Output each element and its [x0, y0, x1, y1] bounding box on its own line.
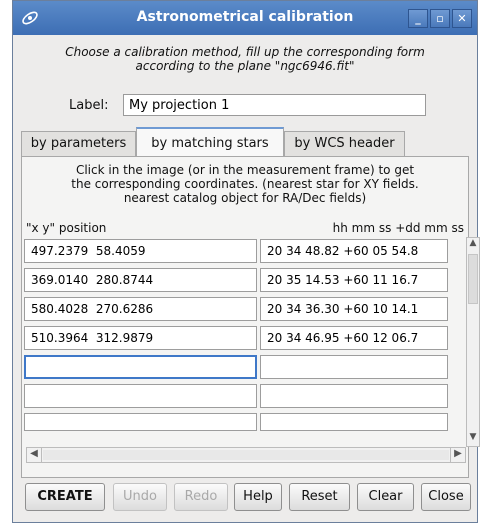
- minimize-button[interactable]: _: [408, 9, 428, 28]
- redo-button[interactable]: Redo: [174, 483, 228, 511]
- coordinate-grid: [24, 239, 467, 459]
- radec-field[interactable]: [260, 355, 448, 379]
- label-caption: Label:: [69, 98, 109, 113]
- calibration-window: Astronometrical calibration _ ▫ ✕ Choose…: [12, 0, 480, 523]
- button-bar: CREATE Undo Redo Help Reset Clear Close: [21, 483, 471, 515]
- instructions: Click in the image (or in the measuremen…: [22, 163, 468, 205]
- matching-stars-panel: Click in the image (or in the measuremen…: [21, 156, 480, 478]
- instructions-line-2: the corresponding coordinates. (nearest …: [71, 177, 419, 191]
- maximize-button[interactable]: ▫: [430, 9, 450, 28]
- xy-field[interactable]: [24, 239, 257, 263]
- vertical-scrollbar[interactable]: ▲ ▼: [466, 237, 480, 447]
- xy-field[interactable]: [24, 297, 257, 321]
- create-button[interactable]: CREATE: [25, 483, 105, 511]
- intro-text: Choose a calibration method, fill up the…: [13, 45, 477, 73]
- radec-field[interactable]: [260, 239, 448, 263]
- help-button[interactable]: Help: [234, 483, 282, 511]
- xy-field[interactable]: [24, 326, 257, 350]
- scroll-up-icon[interactable]: ▲: [467, 238, 479, 252]
- horizontal-scroll-thumb[interactable]: [43, 450, 449, 460]
- clear-button[interactable]: Clear: [357, 483, 414, 511]
- horizontal-scrollbar[interactable]: ◀ ▶: [26, 447, 466, 463]
- radec-field[interactable]: [260, 297, 448, 321]
- xy-field[interactable]: [24, 268, 257, 292]
- xy-field[interactable]: [24, 413, 257, 431]
- instructions-line-3: nearest catalog object for RA/Dec fields…: [123, 191, 367, 205]
- tab-by-wcs-header[interactable]: by WCS header: [284, 131, 405, 156]
- xy-column-header: "x y" position: [26, 221, 107, 235]
- label-input[interactable]: [123, 94, 426, 116]
- scroll-down-icon[interactable]: ▼: [467, 432, 479, 446]
- vertical-scroll-thumb[interactable]: [468, 254, 478, 304]
- radec-field[interactable]: [260, 326, 448, 350]
- close-window-button[interactable]: ✕: [452, 9, 472, 28]
- instructions-line-1: Click in the image (or in the measuremen…: [75, 163, 415, 177]
- radec-column-header: hh mm ss +dd mm ss: [332, 221, 464, 235]
- title-bar[interactable]: Astronometrical calibration _ ▫ ✕: [13, 1, 477, 35]
- close-button[interactable]: Close: [421, 483, 471, 511]
- radec-field[interactable]: [260, 384, 448, 408]
- xy-field-focused[interactable]: [24, 355, 257, 379]
- undo-button[interactable]: Undo: [113, 483, 167, 511]
- tab-by-matching-stars[interactable]: by matching stars: [136, 127, 284, 157]
- radec-field[interactable]: [260, 268, 448, 292]
- intro-line-1: Choose a calibration method, fill up the…: [65, 45, 425, 59]
- reset-button[interactable]: Reset: [289, 483, 350, 511]
- radec-field[interactable]: [260, 413, 448, 431]
- scroll-right-icon[interactable]: ▶: [450, 448, 465, 462]
- scroll-left-icon[interactable]: ◀: [27, 448, 42, 462]
- intro-line-2: according to the plane "ngc6946.fit": [135, 59, 355, 73]
- tab-by-parameters[interactable]: by parameters: [21, 131, 136, 156]
- xy-field[interactable]: [24, 384, 257, 408]
